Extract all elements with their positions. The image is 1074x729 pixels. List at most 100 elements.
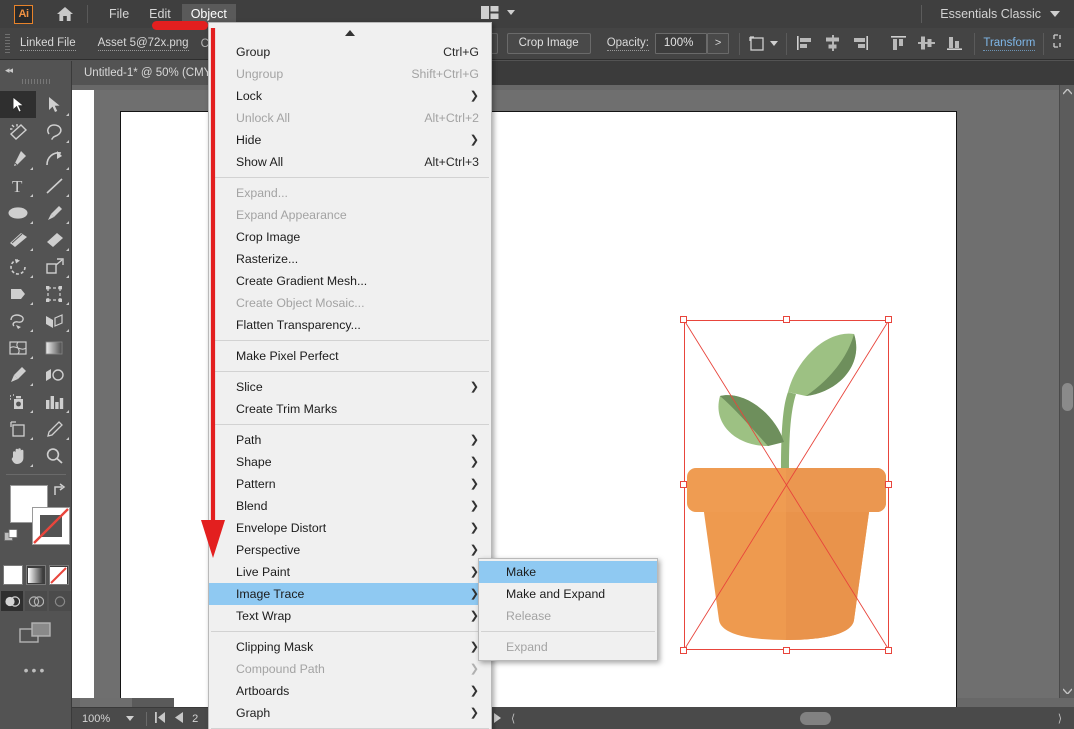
mesh-tool[interactable] — [0, 334, 36, 361]
menu-item-create-gradient-mesh[interactable]: Create Gradient Mesh... — [209, 270, 491, 292]
menu-item-live-paint[interactable]: Live Paint❯ — [209, 561, 491, 583]
more-tools-button[interactable]: ••• — [0, 662, 71, 678]
curvature-tool[interactable] — [36, 145, 72, 172]
align-horizontal-center-icon[interactable] — [823, 34, 842, 53]
free-transform-tool[interactable] — [36, 280, 72, 307]
arrange-documents-button[interactable] — [481, 5, 515, 20]
menu-item-text-wrap[interactable]: Text Wrap❯ — [209, 605, 491, 627]
menu-item-perspective[interactable]: Perspective❯ — [209, 539, 491, 561]
panel-grip[interactable] — [22, 79, 50, 84]
scroll-up-arrow[interactable] — [209, 25, 491, 41]
panel-grip[interactable] — [3, 33, 12, 55]
menu-file[interactable]: File — [100, 4, 138, 25]
vertical-scrollbar[interactable] — [1059, 85, 1074, 698]
chevron-down-icon[interactable] — [770, 41, 778, 46]
scroll-left-icon[interactable]: ⟨ — [511, 712, 515, 725]
shaper-tool[interactable] — [0, 307, 36, 334]
menu-item-envelope-distort[interactable]: Envelope Distort❯ — [209, 517, 491, 539]
menu-item-graph[interactable]: Graph❯ — [209, 702, 491, 724]
menu-item-shape[interactable]: Shape❯ — [209, 451, 491, 473]
horizontal-scrollbar-thumb[interactable] — [800, 712, 831, 725]
align-right-icon[interactable] — [851, 34, 870, 53]
menu-item-make-pixel-perfect[interactable]: Make Pixel Perfect — [209, 345, 491, 367]
menu-item-pattern[interactable]: Pattern❯ — [209, 473, 491, 495]
magic-wand-tool[interactable] — [0, 118, 36, 145]
menu-item-artboards[interactable]: Artboards❯ — [209, 680, 491, 702]
type-tool[interactable]: T — [0, 172, 36, 199]
transform-link[interactable]: Transform — [983, 37, 1035, 51]
selection-handle-top-center[interactable] — [783, 316, 790, 323]
menu-item-make[interactable]: Make — [479, 561, 657, 583]
potted-plant-illustration[interactable] — [684, 320, 889, 650]
gradient-tool[interactable] — [36, 334, 72, 361]
selection-handle-top-right[interactable] — [885, 316, 892, 323]
menu-item-group[interactable]: GroupCtrl+G — [209, 41, 491, 63]
align-vertical-center-icon[interactable] — [917, 34, 936, 53]
menu-item-path[interactable]: Path❯ — [209, 429, 491, 451]
crop-image-button[interactable]: Crop Image — [507, 33, 591, 54]
draw-inside-button[interactable] — [49, 591, 71, 611]
selection-handle-top-left[interactable] — [680, 316, 687, 323]
swap-fill-stroke-icon[interactable] — [52, 483, 66, 497]
none-swatch[interactable] — [49, 565, 69, 585]
menu-item-crop-image[interactable]: Crop Image — [209, 226, 491, 248]
selection-handle-bottom-center[interactable] — [783, 647, 790, 654]
first-page-icon[interactable] — [155, 712, 166, 726]
pen-tool[interactable] — [0, 145, 36, 172]
menu-item-image-trace[interactable]: Image Trace❯ — [209, 583, 491, 605]
menu-item-make-and-expand[interactable]: Make and Expand — [479, 583, 657, 605]
menu-item-blend[interactable]: Blend❯ — [209, 495, 491, 517]
vertical-scrollbar-thumb[interactable] — [1062, 383, 1073, 411]
column-graph-tool[interactable] — [36, 388, 72, 415]
width-tool[interactable] — [0, 280, 36, 307]
horizontal-scrollbar[interactable]: ⟨ ⟩ — [485, 707, 1074, 729]
hand-tool[interactable] — [0, 442, 36, 469]
default-fill-stroke-icon[interactable] — [4, 529, 19, 543]
menu-item-slice[interactable]: Slice❯ — [209, 376, 491, 398]
prev-page-icon[interactable] — [175, 712, 183, 726]
ellipse-tool[interactable] — [0, 199, 36, 226]
workspace-switcher[interactable]: Essentials Classic — [940, 0, 1060, 28]
line-segment-tool[interactable] — [36, 172, 72, 199]
chevron-down-icon[interactable] — [126, 716, 134, 721]
page-number-value[interactable]: 2 — [192, 713, 198, 725]
blend-tool[interactable] — [36, 361, 72, 388]
selection-handle-middle-left[interactable] — [680, 481, 687, 488]
home-icon[interactable] — [55, 4, 75, 24]
linked-file-name[interactable]: Asset 5@72x.png — [98, 37, 189, 51]
align-bottom-icon[interactable] — [945, 34, 964, 53]
draw-behind-button[interactable] — [25, 591, 47, 611]
align-top-icon[interactable] — [889, 34, 908, 53]
eraser-tool[interactable] — [36, 226, 72, 253]
zoom-tool[interactable] — [36, 442, 72, 469]
opacity-value[interactable]: 100% — [655, 33, 707, 54]
menu-item-flatten-transparency[interactable]: Flatten Transparency... — [209, 314, 491, 336]
menu-item-hide[interactable]: Hide❯ — [209, 129, 491, 151]
menu-item-rasterize[interactable]: Rasterize... — [209, 248, 491, 270]
symbol-sprayer-tool[interactable] — [0, 388, 36, 415]
draw-normal-button[interactable] — [1, 591, 23, 611]
slice-tool[interactable] — [36, 415, 72, 442]
scroll-right-icon[interactable]: ⟩ — [1058, 712, 1062, 725]
gradient-swatch[interactable] — [26, 565, 46, 585]
shape-builder-tool[interactable] — [0, 226, 36, 253]
scale-tool[interactable] — [36, 253, 72, 280]
artboard-tool[interactable] — [0, 415, 36, 442]
fill-color-swatch[interactable] — [3, 565, 23, 585]
opacity-stepper[interactable]: > — [707, 33, 729, 54]
menu-item-lock[interactable]: Lock❯ — [209, 85, 491, 107]
selection-handle-bottom-right[interactable] — [885, 647, 892, 654]
eyedropper-tool[interactable] — [0, 361, 36, 388]
menu-item-show-all[interactable]: Show AllAlt+Ctrl+3 — [209, 151, 491, 173]
direct-selection-tool[interactable] — [36, 91, 72, 118]
selection-tool[interactable] — [0, 91, 36, 118]
scroll-down-icon[interactable] — [1060, 684, 1074, 698]
paintbrush-tool[interactable] — [36, 199, 72, 226]
zoom-level-value[interactable]: 100% — [82, 713, 110, 725]
artboard-icon[interactable] — [748, 34, 767, 53]
collapse-panel-icon[interactable]: ◂◂ — [5, 65, 12, 76]
align-left-icon[interactable] — [795, 34, 814, 53]
menu-item-clipping-mask[interactable]: Clipping Mask❯ — [209, 636, 491, 658]
menu-item-create-trim-marks[interactable]: Create Trim Marks — [209, 398, 491, 420]
rotate-tool[interactable] — [0, 253, 36, 280]
